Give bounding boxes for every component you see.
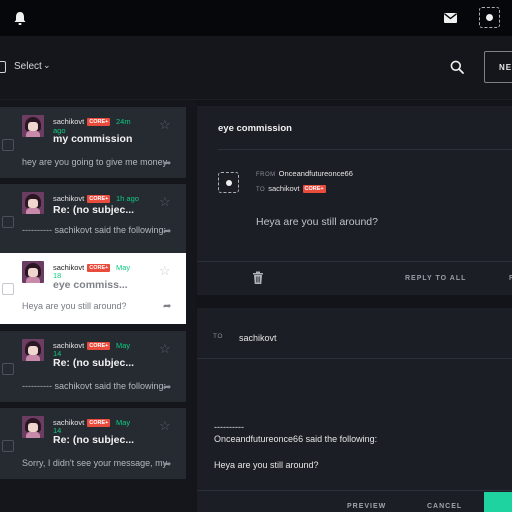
toolbar: Select ⌄ NEW	[0, 36, 512, 100]
compose-footer: PREVIEW CANCEL	[197, 490, 512, 512]
message-card[interactable]: sachikovt CORE+ 1h ago Re: (no subjec... …	[0, 184, 186, 255]
author-line: sachikovt CORE+	[53, 117, 111, 126]
compose-quote-body[interactable]: Heya are you still around?	[214, 460, 319, 470]
star-icon[interactable]: ☆	[159, 194, 171, 210]
cancel-button[interactable]: CANCEL	[427, 503, 462, 510]
reader-divider	[218, 149, 512, 150]
core-badge: CORE+	[302, 185, 326, 193]
compose-divider	[197, 358, 512, 359]
send-button[interactable]	[484, 492, 512, 512]
author-avatar	[22, 261, 44, 283]
message-preview: Sorry, I didn't see your message, my	[22, 458, 168, 468]
message-preview: Heya are you still around?	[22, 301, 127, 311]
star-icon[interactable]: ☆	[159, 341, 171, 357]
message-card[interactable]: sachikovt CORE+ May 14 Re: (no subjec... …	[0, 408, 186, 479]
mail-icon[interactable]	[440, 9, 460, 27]
message-subject: my commission	[53, 133, 133, 145]
bell-icon[interactable]	[10, 9, 30, 27]
message-subject: Re: (no subjec...	[53, 204, 135, 216]
compose-quote-header[interactable]: Onceandfutureonce66 said the following:	[214, 434, 377, 444]
message-subject: Re: (no subjec...	[53, 434, 135, 446]
select-all-checkbox[interactable]	[0, 61, 6, 73]
message-time: May	[116, 263, 131, 272]
message-preview: ---------- sachikovt said the following:	[22, 381, 167, 391]
forward-icon[interactable]: ➦	[163, 459, 171, 470]
author-line: sachikovt CORE+	[53, 418, 111, 427]
to-line: TO sachikovt CORE+	[256, 184, 326, 193]
message-preview: hey are you going to give me money	[22, 157, 168, 167]
message-time: May	[116, 418, 131, 427]
from-label: FROM	[256, 172, 276, 178]
forward-icon[interactable]: ➦	[163, 226, 171, 237]
message-card[interactable]: sachikovt CORE+ May 14 Re: (no subjec... …	[0, 331, 186, 402]
reader-footer: REPLY TO ALL R	[197, 261, 512, 295]
message-checkbox[interactable]	[2, 139, 14, 151]
core-badge: CORE+	[87, 195, 111, 203]
message-checkbox[interactable]	[2, 363, 14, 375]
core-badge: CORE+	[87, 342, 111, 350]
forward-icon[interactable]: ➦	[163, 301, 171, 312]
message-card-selected[interactable]: sachikovt CORE+ May 18 eye commiss... Hey…	[0, 253, 186, 324]
search-icon[interactable]	[447, 57, 467, 77]
preview-button[interactable]: PREVIEW	[347, 503, 386, 510]
reader-subject: eye commission	[218, 123, 292, 134]
author-avatar	[22, 339, 44, 361]
from-line: FROM Onceandfutureonce66	[256, 169, 353, 178]
trash-icon[interactable]	[252, 271, 264, 285]
core-badge: CORE+	[87, 419, 111, 427]
message-list: sachikovt CORE+ 24m ago my commission hey…	[0, 100, 196, 512]
author-line: sachikovt CORE+	[53, 194, 111, 203]
select-dropdown-label[interactable]: Select	[14, 61, 42, 72]
star-icon[interactable]: ☆	[159, 418, 171, 434]
author-name[interactable]: sachikovt	[53, 117, 84, 126]
to-value[interactable]: sachikovt	[268, 184, 299, 193]
reply-all-button[interactable]: REPLY TO ALL	[405, 275, 466, 282]
author-line: sachikovt CORE+	[53, 263, 111, 272]
new-message-button[interactable]: NEW	[484, 51, 512, 83]
forward-icon[interactable]: ➦	[163, 158, 171, 169]
to-label: TO	[256, 187, 266, 193]
message-reader: eye commission FROM Onceandfutureonce66 T…	[197, 106, 512, 295]
message-preview: ---------- sachikovt said the following:	[22, 225, 167, 235]
reply-compose: TO sachikovt ---------- Onceandfutureonc…	[197, 308, 512, 512]
author-name[interactable]: sachikovt	[53, 194, 84, 203]
message-time: 1h ago	[116, 194, 139, 203]
message-checkbox[interactable]	[2, 216, 14, 228]
reader-body: Heya are you still around?	[256, 216, 378, 228]
message-checkbox[interactable]	[2, 283, 14, 295]
message-subject: eye commiss...	[53, 279, 128, 291]
from-value[interactable]: Onceandfutureonce66	[279, 169, 353, 178]
message-card[interactable]: sachikovt CORE+ 24m ago my commission hey…	[0, 107, 186, 178]
avatar-icon[interactable]	[479, 7, 500, 28]
chevron-down-icon[interactable]: ⌄	[43, 60, 51, 71]
core-badge: CORE+	[87, 118, 111, 126]
compose-to-label: TO	[213, 333, 223, 340]
message-time: May	[116, 341, 131, 350]
author-avatar	[22, 416, 44, 438]
message-checkbox[interactable]	[2, 440, 14, 452]
sender-avatar[interactable]	[218, 172, 239, 193]
star-icon[interactable]: ☆	[159, 263, 171, 279]
author-avatar	[22, 192, 44, 214]
compose-to-field[interactable]: sachikovt	[239, 333, 277, 343]
core-badge: CORE+	[87, 264, 111, 272]
forward-icon[interactable]: ➦	[163, 382, 171, 393]
message-time: 24m	[116, 117, 131, 126]
author-line: sachikovt CORE+	[53, 341, 111, 350]
compose-separator[interactable]: ----------	[214, 422, 244, 432]
author-avatar	[22, 115, 44, 137]
message-subject: Re: (no subjec...	[53, 357, 135, 369]
star-icon[interactable]: ☆	[159, 117, 171, 133]
top-bar	[0, 0, 512, 36]
